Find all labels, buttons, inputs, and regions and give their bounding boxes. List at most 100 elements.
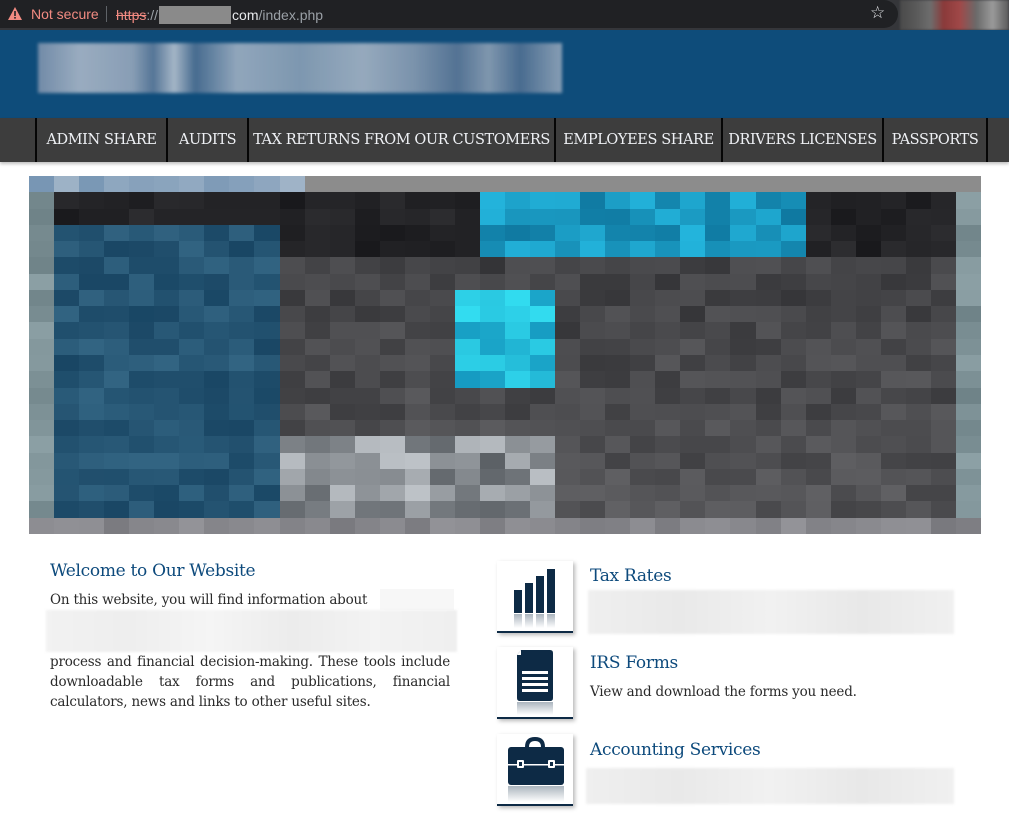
url-path: /index.php [258, 7, 324, 23]
accounting-services-tile[interactable] [497, 734, 573, 806]
hero-pixel [930, 387, 957, 405]
hero-pixel [755, 208, 782, 226]
hero-pixel [905, 420, 932, 438]
hero-pixel [179, 468, 206, 486]
hero-pixel [880, 257, 907, 275]
hero-pixel [730, 338, 757, 356]
tax-rates-tile[interactable] [497, 561, 573, 633]
hero-pixel [204, 224, 231, 242]
hero-pixel [655, 306, 682, 324]
hero-pixel [505, 257, 531, 275]
hero-pixel [254, 257, 281, 275]
hero-pixel [955, 452, 981, 470]
irs-forms-link[interactable]: IRS Forms [590, 653, 678, 673]
star-icon[interactable]: ☆ [870, 5, 885, 22]
hero-pixel [279, 420, 306, 438]
hero-pixel [505, 224, 531, 242]
hero-pixel [354, 241, 381, 259]
hero-pixel [204, 468, 231, 486]
hero-pixel [54, 517, 81, 534]
hero-pixel [29, 338, 55, 356]
hero-pixel [830, 208, 857, 226]
security-status[interactable]: Not secure [31, 6, 99, 22]
hero-pixel [329, 371, 356, 389]
hero-pixel [930, 371, 957, 389]
hero-pixel [279, 452, 306, 470]
hero-pixel [204, 306, 231, 324]
nav-item-tax-returns[interactable]: TAX RETURNS FROM OUR CUSTOMERS [247, 118, 554, 162]
hero-pixel [505, 501, 531, 519]
hero-pixel [655, 403, 682, 421]
hero-pixel [780, 192, 807, 210]
hero-pixel [730, 420, 757, 438]
hero-pixel [780, 436, 807, 454]
hero-pixel [830, 371, 857, 389]
nav-item-passports[interactable]: PASSPORTS [882, 118, 986, 162]
hero-pixel [630, 208, 657, 226]
hero-pixel [555, 501, 582, 519]
site-logo-redacted[interactable] [38, 43, 562, 93]
hero-pixel [354, 420, 381, 438]
hero-pixel [530, 517, 557, 534]
hero-pixel [730, 468, 757, 486]
hero-pixel [429, 257, 456, 275]
accounting-services-link[interactable]: Accounting Services [590, 740, 761, 760]
hero-pixel [730, 452, 757, 470]
hero-pixel [530, 468, 557, 486]
hero-pixel [680, 452, 707, 470]
hero-pixel [479, 208, 506, 226]
url-text[interactable]: https:// com/index.php [116, 6, 323, 24]
hero-pixel [279, 387, 306, 405]
hero-pixel [129, 176, 156, 193]
hero-pixel [755, 420, 782, 438]
accounting-services-description-redacted [586, 768, 954, 804]
hero-pixel [780, 468, 807, 486]
hero-pixel [204, 241, 231, 259]
hero-pixel [905, 208, 932, 226]
hero-pixel [354, 501, 381, 519]
hero-pixel [429, 420, 456, 438]
hero-pixel [630, 436, 657, 454]
hero-pixel [855, 289, 882, 307]
hero-pixel [855, 436, 882, 454]
redacted-text-block [46, 610, 457, 652]
hero-pixel [730, 241, 757, 259]
hero-pixel [329, 420, 356, 438]
hero-pixel [404, 306, 431, 324]
hero-pixel [279, 338, 306, 356]
nav-item-employees-share[interactable]: EMPLOYEES SHARE [554, 118, 721, 162]
hero-pixel [129, 224, 156, 242]
hero-pixel [555, 485, 582, 503]
hero-pixel [204, 289, 231, 307]
hero-pixel [479, 485, 506, 503]
hero-pixel [880, 208, 907, 226]
hero-pixel [880, 420, 907, 438]
hero-pixel [880, 241, 907, 259]
tax-rates-link[interactable]: Tax Rates [590, 566, 672, 586]
hero-pixel [780, 501, 807, 519]
hero-pixel [605, 452, 632, 470]
address-bar[interactable]: Not secure https:// com/index.php ☆ [0, 0, 898, 28]
hero-pixel [605, 273, 632, 291]
hero-pixel [780, 208, 807, 226]
hero-pixel [429, 468, 456, 486]
irs-forms-tile[interactable] [497, 647, 573, 719]
hero-pixel [204, 208, 231, 226]
hero-pixel [429, 192, 456, 210]
hero-pixel [329, 241, 356, 259]
hero-pixel [304, 371, 331, 389]
nav-item-admin-share[interactable]: ADMIN SHARE [35, 118, 166, 162]
hero-pixel [605, 468, 632, 486]
hero-pixel [755, 485, 782, 503]
nav-item-drivers-licenses[interactable]: DRIVERS LICENSES [721, 118, 882, 162]
hero-pixel [755, 176, 782, 193]
hero-pixel [379, 371, 406, 389]
hero-pixel [354, 306, 381, 324]
hero-pixel [580, 338, 607, 356]
hero-pixel [705, 192, 732, 210]
hero-pixel [229, 387, 256, 405]
hero-pixel [555, 322, 582, 340]
hero-pixel [655, 241, 682, 259]
nav-item-audits[interactable]: AUDITS [166, 118, 247, 162]
hero-pixel [655, 289, 682, 307]
